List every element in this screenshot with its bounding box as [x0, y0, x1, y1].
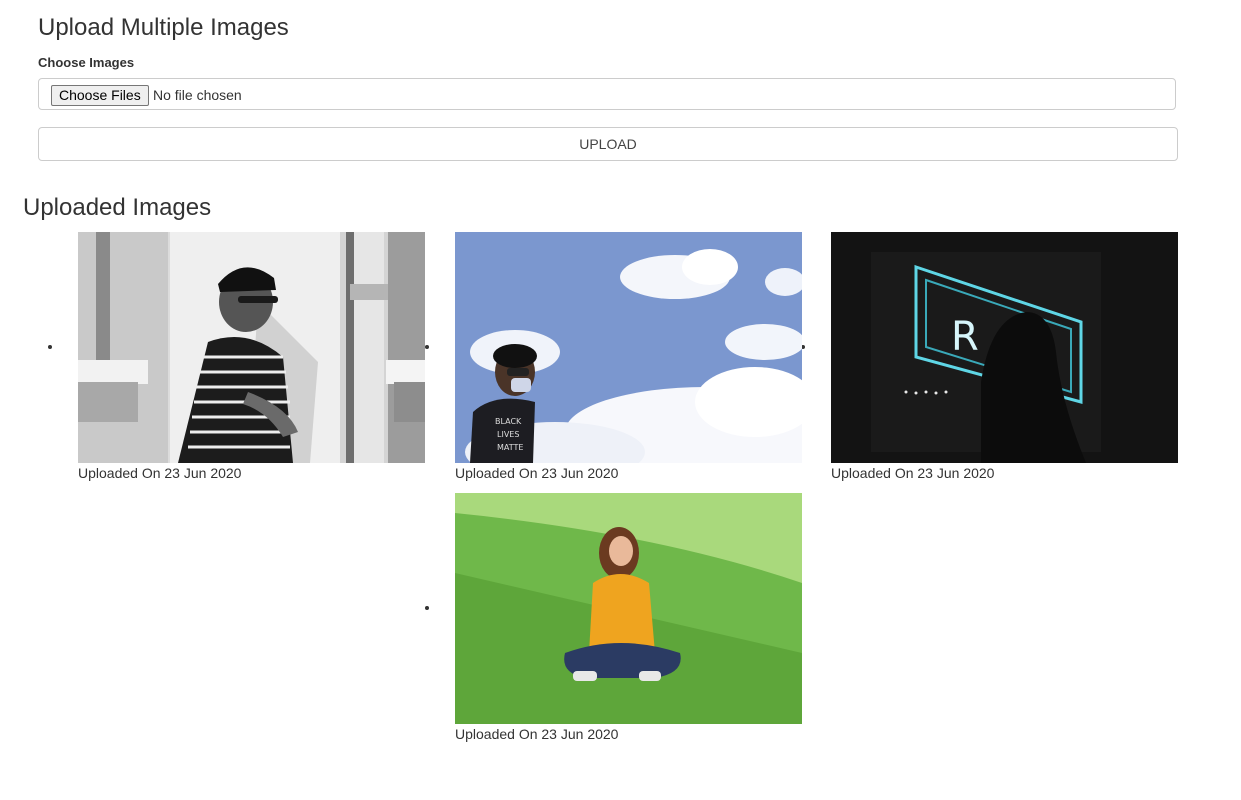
upload-date-caption: Uploaded On 23 Jun 2020: [455, 465, 619, 481]
upload-date-caption: Uploaded On 23 Jun 2020: [831, 465, 995, 481]
svg-text:BLACK: BLACK: [495, 417, 522, 426]
svg-text:MATTE: MATTE: [497, 443, 523, 452]
image-card: Uploaded On 23 Jun 2020: [78, 232, 425, 482]
uploaded-image-neon-sign[interactable]: R J: [831, 232, 1178, 463]
uploaded-images-title: Uploaded Images: [23, 194, 212, 221]
file-input-field[interactable]: Choose Files No file chosen: [38, 78, 1176, 110]
image-card: Uploaded On 23 Jun 2020: [455, 493, 802, 743]
choose-files-button[interactable]: Choose Files: [51, 85, 149, 106]
list-bullet: [425, 606, 429, 610]
uploaded-image-bw-portrait[interactable]: [78, 232, 425, 463]
upload-title: Upload Multiple Images: [38, 14, 289, 41]
upload-button[interactable]: UPLOAD: [38, 127, 1178, 161]
image-card: BLACK LIVES MATTE Uploaded On 23 Jun 202…: [455, 232, 802, 482]
svg-text:LIVES: LIVES: [497, 430, 519, 439]
choose-images-label: Choose Images: [38, 55, 135, 70]
svg-text:R: R: [951, 314, 979, 360]
list-bullet: [425, 345, 429, 349]
uploaded-image-sky-portrait[interactable]: BLACK LIVES MATTE: [455, 232, 802, 463]
image-card: R J Uploaded On 23 Jun 2020: [831, 232, 1178, 482]
file-status-text: No file chosen: [153, 87, 242, 103]
list-bullet: [48, 345, 52, 349]
uploaded-image-woman-on-grass[interactable]: [455, 493, 802, 724]
upload-date-caption: Uploaded On 23 Jun 2020: [78, 465, 242, 481]
upload-date-caption: Uploaded On 23 Jun 2020: [455, 726, 619, 742]
